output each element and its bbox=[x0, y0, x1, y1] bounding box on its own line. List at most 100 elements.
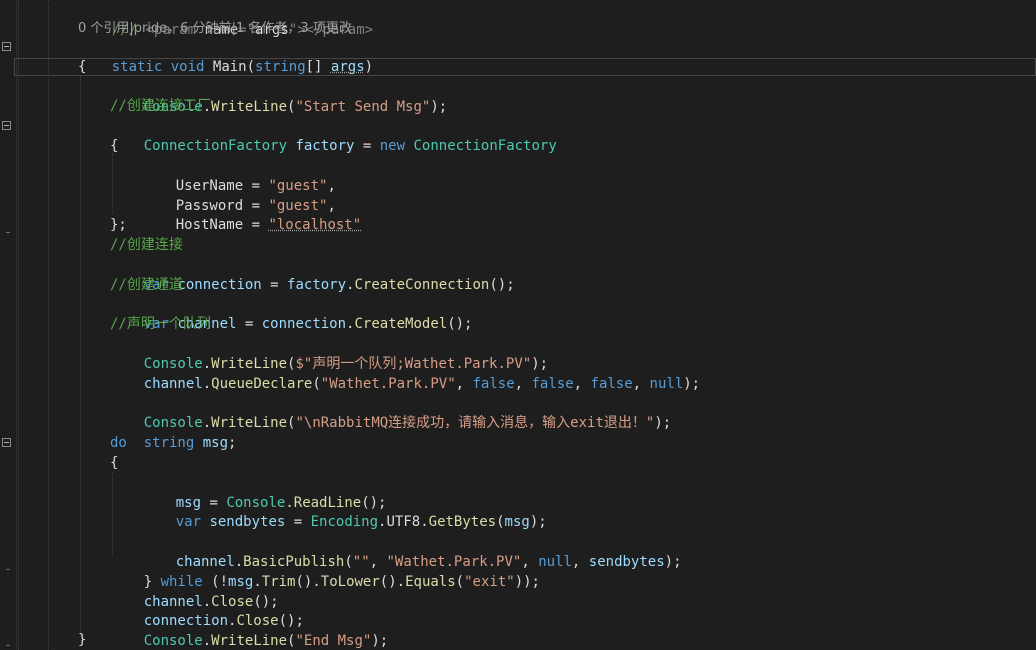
code-line-comment[interactable]: //创建连接 bbox=[110, 235, 183, 255]
code-editor[interactable]: /// <param name="args"></param> 0 个引用|pr… bbox=[0, 0, 1036, 650]
code-line-do[interactable]: do bbox=[110, 433, 127, 453]
method-writeline: WriteLine bbox=[211, 633, 288, 649]
indent-guide bbox=[48, 0, 49, 650]
code-line-close-brace[interactable]: } bbox=[78, 630, 86, 650]
call-end: (); bbox=[447, 316, 473, 332]
paren-close: ); bbox=[654, 415, 672, 431]
keyword-do: do bbox=[110, 435, 127, 451]
semicolon: ; bbox=[228, 435, 237, 451]
brace: }; bbox=[110, 217, 127, 233]
paren-close: ) bbox=[364, 59, 374, 75]
dot: . bbox=[202, 376, 212, 392]
call-end: (); bbox=[489, 277, 515, 293]
brace: { bbox=[110, 138, 119, 154]
code-line-connection-close[interactable]: connection.Close(); bbox=[110, 591, 304, 629]
fold-end-marker bbox=[6, 569, 10, 570]
param-args: args bbox=[330, 59, 365, 75]
gutter-divider bbox=[16, 0, 17, 650]
method-writeline: WriteLine bbox=[211, 99, 288, 115]
keyword-false: false bbox=[590, 376, 633, 392]
paren-open: ( bbox=[496, 514, 505, 530]
code-line-sendbytes-decl[interactable]: var sendbytes = Encoding.UTF8.GetBytes(m… bbox=[142, 492, 547, 530]
code-line-comment[interactable]: //声明一个队列 bbox=[110, 314, 211, 334]
keyword-false: false bbox=[531, 376, 574, 392]
comma: , bbox=[573, 376, 591, 392]
call-chain: (). bbox=[379, 574, 406, 590]
comma: , bbox=[632, 376, 650, 392]
code-line-comment[interactable]: //创建通道 bbox=[110, 275, 183, 295]
class-console: Console bbox=[143, 633, 203, 649]
assign: = bbox=[236, 316, 262, 332]
codelens-info[interactable]: 0 个引用|pride，6 分钟前|1 名作者，3 项更改 bbox=[78, 20, 352, 38]
code-line-password[interactable]: Password = "guest", bbox=[142, 176, 336, 214]
keyword-new: new bbox=[379, 138, 406, 154]
call-chain: (). bbox=[295, 574, 321, 590]
comma: , bbox=[571, 554, 589, 570]
code-line-open-brace[interactable]: { bbox=[78, 57, 86, 77]
code-line-while[interactable]: } while (!msg.Trim().ToLower().Equals("e… bbox=[110, 552, 540, 590]
string-literal: "\nRabbitMQ连接成功，请输入消息，输入exit退出！" bbox=[295, 415, 655, 431]
var-msg: msg bbox=[194, 435, 229, 451]
code-line-writeline-end[interactable]: Console.WriteLine("End Msg"); bbox=[110, 611, 388, 649]
assign: = bbox=[261, 277, 288, 293]
code-line-main-signature[interactable]: static void Main(string[] args) bbox=[78, 37, 373, 75]
dot: . bbox=[420, 514, 429, 530]
comma: , bbox=[514, 376, 532, 392]
code-line-hostname[interactable]: HostName = "localhost" bbox=[142, 195, 361, 233]
code-line-username[interactable]: UserName = "guest", bbox=[142, 156, 336, 194]
comma: , bbox=[455, 376, 473, 392]
code-line-channel-decl[interactable]: var channel = connection.CreateModel(); bbox=[110, 294, 473, 332]
type-connectionfactory: ConnectionFactory bbox=[143, 138, 288, 154]
assign: = bbox=[354, 138, 380, 154]
dot: . bbox=[202, 633, 212, 649]
collapse-method-icon[interactable] bbox=[2, 42, 11, 51]
code-line-open-brace[interactable]: { bbox=[110, 453, 118, 473]
method-queuedeclare: QueueDeclare bbox=[211, 376, 313, 392]
assign: = bbox=[243, 217, 269, 233]
brace: { bbox=[110, 455, 119, 471]
var-msg: msg bbox=[504, 514, 530, 530]
collapse-do-block-icon[interactable] bbox=[2, 438, 11, 447]
code-line-factory-decl[interactable]: ConnectionFactory factory = new Connecti… bbox=[110, 116, 557, 154]
code-line-readline[interactable]: msg = Console.ReadLine(); bbox=[142, 473, 387, 511]
code-line-writeline-prompt[interactable]: Console.WriteLine("\nRabbitMQ连接成功，请输入消息，… bbox=[110, 393, 671, 431]
string-literal: "Start Send Msg" bbox=[295, 99, 431, 115]
indent-guide bbox=[112, 472, 113, 556]
fold-end-marker bbox=[6, 232, 10, 233]
code-line-writeline-queue[interactable]: Console.WriteLine($"声明一个队列;Wathet.Park.P… bbox=[110, 334, 548, 372]
code-line-doc-comment[interactable]: /// <param name="args"></param> bbox=[78, 0, 373, 38]
paren-close: ); bbox=[430, 99, 448, 115]
code-line-msg-decl[interactable]: string msg; bbox=[110, 413, 237, 451]
string-literal: "localhost" bbox=[268, 217, 362, 233]
keyword-null: null bbox=[538, 554, 572, 570]
keyword-false: false bbox=[472, 376, 515, 392]
keyword-string: string bbox=[255, 59, 306, 75]
collapse-initializer-icon[interactable] bbox=[2, 121, 11, 130]
code-line-connection-decl[interactable]: var connection = factory.CreateConnectio… bbox=[110, 255, 515, 293]
indent-guide bbox=[80, 76, 81, 636]
code-line-comment[interactable]: //创建连接工厂 bbox=[110, 96, 211, 116]
paren-close: )); bbox=[514, 574, 540, 590]
type-connectionfactory: ConnectionFactory bbox=[405, 138, 557, 154]
code-line-close-brace[interactable]: }; bbox=[110, 215, 127, 235]
brace: { bbox=[78, 59, 87, 75]
prop-hostname: HostName bbox=[175, 217, 244, 233]
method-name-main: Main bbox=[212, 59, 247, 75]
paren-close: ); bbox=[683, 376, 701, 392]
fold-end-marker bbox=[6, 645, 10, 646]
method-createmodel: CreateModel bbox=[354, 316, 448, 332]
code-line-writeline-start[interactable]: Console.WriteLine("Start Send Msg"); bbox=[110, 77, 447, 115]
keyword-static: static bbox=[111, 59, 163, 75]
keyword-null: null bbox=[649, 376, 684, 392]
code-line-open-brace[interactable]: { bbox=[110, 136, 118, 156]
paren-open: ( bbox=[312, 376, 321, 392]
code-line-channel-close[interactable]: channel.Close(); bbox=[110, 572, 279, 610]
code-line-basicpublish[interactable]: channel.BasicPublish("", "Wathet.Park.PV… bbox=[142, 532, 682, 570]
array-brackets: [] bbox=[305, 59, 331, 75]
var-connection: connection bbox=[169, 277, 262, 293]
keyword-var: var bbox=[175, 514, 202, 530]
method-equals: Equals bbox=[405, 574, 456, 590]
paren-close: ); bbox=[529, 514, 547, 530]
code-line-queuedeclare[interactable]: channel.QueueDeclare("Wathet.Park.PV", f… bbox=[110, 354, 700, 392]
paren-open: ( bbox=[455, 574, 465, 590]
